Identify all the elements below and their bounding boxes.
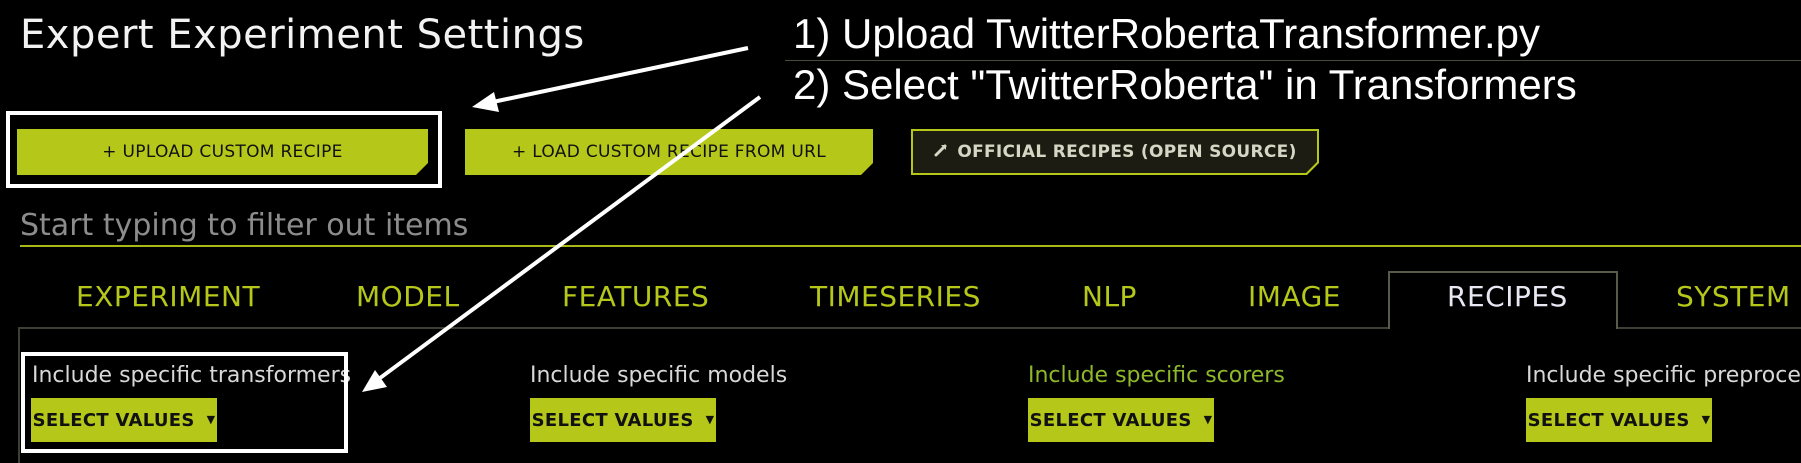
tab-experiment[interactable]: EXPERIMENT [76, 280, 260, 313]
tab-recipes[interactable]: RECIPES [1447, 280, 1568, 313]
tab-system[interactable]: SYSTEM [1676, 280, 1791, 313]
scorers-select-values-button[interactable]: SELECT VALUES ▼ [1028, 398, 1214, 442]
annotation-step-1: 1) Upload TwitterRobertaTransformer.py [793, 10, 1540, 57]
preprocessors-select-values-button[interactable]: SELECT VALUES ▼ [1526, 398, 1712, 442]
models-select-values-button[interactable]: SELECT VALUES ▼ [530, 398, 716, 442]
external-link-icon [933, 142, 949, 163]
official-recipes-label: OFFICIAL RECIPES (OPEN SOURCE) [957, 142, 1297, 162]
tab-timeseries[interactable]: TIMESERIES [810, 280, 981, 313]
scorers-label: Include specific scorers [1028, 363, 1285, 388]
load-custom-recipe-from-url-button[interactable]: + LOAD CUSTOM RECIPE FROM URL [465, 129, 873, 175]
select-values-label: SELECT VALUES [1527, 409, 1690, 431]
preprocessors-label: Include specific preprocess [1526, 363, 1801, 388]
official-recipes-button[interactable]: OFFICIAL RECIPES (OPEN SOURCE) [911, 129, 1319, 175]
select-values-label: SELECT VALUES [531, 409, 694, 431]
page-title: Expert Experiment Settings [20, 12, 585, 58]
annotation-step-2: 2) Select "TwitterRoberta" in Transforme… [793, 61, 1577, 108]
select-values-label: SELECT VALUES [1029, 409, 1192, 431]
caret-down-icon: ▼ [1701, 412, 1711, 426]
tab-image[interactable]: IMAGE [1248, 280, 1341, 313]
filter-input[interactable] [20, 205, 1801, 247]
caret-down-icon: ▼ [1203, 412, 1213, 426]
annotation-highlight-upload [6, 111, 442, 188]
tab-features[interactable]: FEATURES [562, 280, 709, 313]
models-label: Include specific models [530, 363, 788, 388]
caret-down-icon: ▼ [705, 412, 715, 426]
annotation-highlight-transformers [21, 352, 348, 453]
tab-nlp[interactable]: NLP [1082, 280, 1137, 313]
content-border [18, 329, 20, 463]
tab-model[interactable]: MODEL [356, 280, 460, 313]
